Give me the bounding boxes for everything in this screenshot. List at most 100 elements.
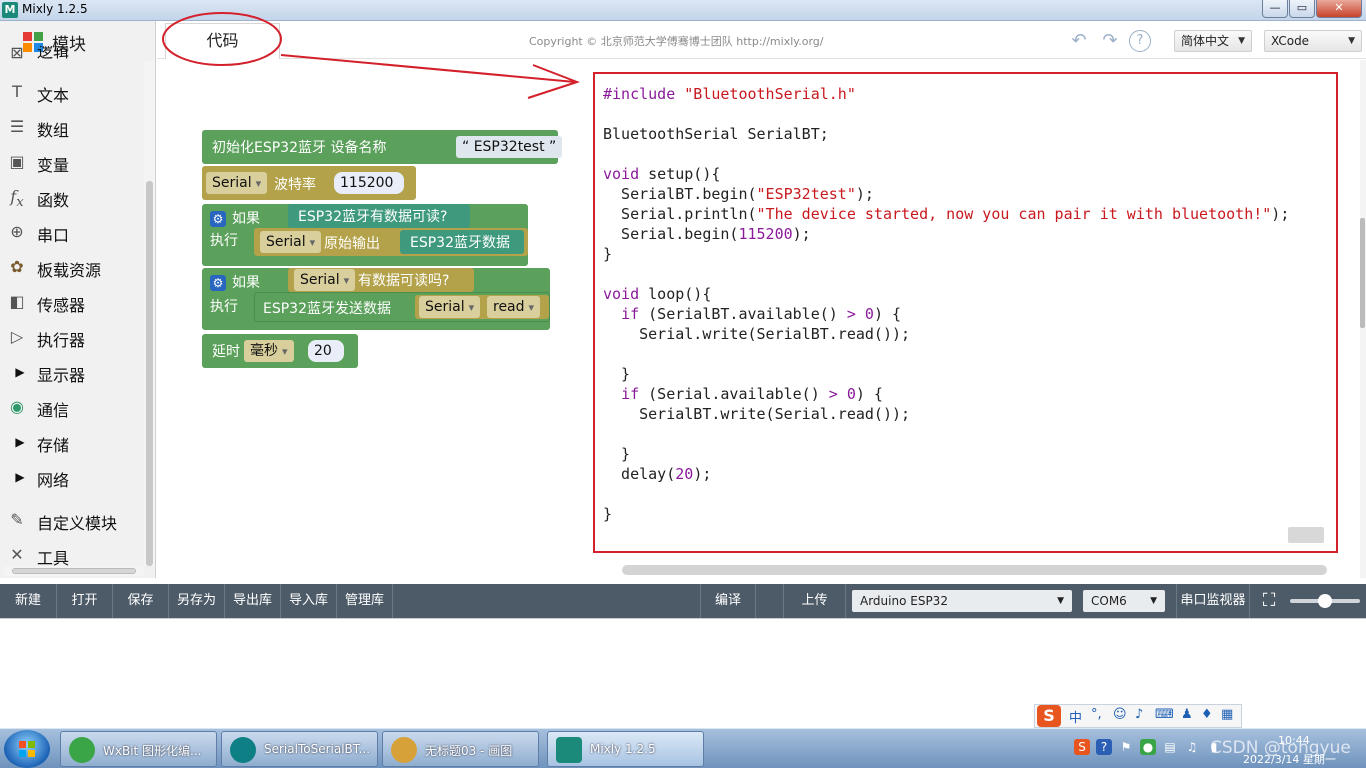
emoji-icon[interactable]: ☺ bbox=[1113, 707, 1127, 722]
code-horizontal-scrollbar[interactable] bbox=[622, 565, 1327, 575]
block-init-bluetooth[interactable]: 初始化ESP32蓝牙 设备名称 “ ESP32test ” bbox=[202, 130, 563, 164]
condition-serial-available[interactable]: Serial 有数据可读吗? bbox=[288, 268, 474, 292]
sidebar-item-display[interactable]: ▶ 显示器 bbox=[0, 357, 144, 387]
fullscreen-icon[interactable]: ⛶ bbox=[1258, 590, 1280, 612]
sidebar-item-sensor[interactable]: ◧ 传感器 bbox=[0, 287, 144, 317]
help-tray-icon[interactable]: ? bbox=[1096, 739, 1112, 755]
serial-dropdown[interactable]: Serial bbox=[260, 231, 322, 253]
sidebar-item-board[interactable]: ✿ 板载资源 bbox=[0, 252, 144, 282]
code-line[interactable] bbox=[603, 424, 1289, 444]
sidebar-hscroll-thumb[interactable] bbox=[12, 568, 136, 574]
minimize-button[interactable]: — bbox=[1262, 0, 1288, 18]
block-if-bt-available[interactable]: ⚙如果 ESP32蓝牙有数据可读? 执行 Serial 原始输出 ESP32蓝牙… bbox=[202, 204, 528, 266]
flag-tray-icon[interactable]: ⚑ bbox=[1118, 739, 1134, 755]
volume-tray-icon[interactable]: ♫ bbox=[1184, 739, 1200, 755]
value-serial-read[interactable]: Serial read bbox=[415, 295, 549, 319]
taskbar-item-wxbit[interactable]: WxBit 图形化编... bbox=[60, 731, 217, 767]
serial-dropdown[interactable]: Serial bbox=[206, 172, 268, 194]
code-line[interactable]: Serial.println("The device started, now … bbox=[603, 204, 1289, 224]
skin-icon[interactable]: ♦ bbox=[1201, 707, 1213, 722]
redo-icon[interactable]: ↷ bbox=[1100, 31, 1120, 51]
code-line[interactable] bbox=[603, 484, 1289, 504]
gear-icon[interactable]: ⚙ bbox=[210, 275, 226, 291]
code-line[interactable]: delay(20); bbox=[603, 464, 1289, 484]
block-delay[interactable]: 延时 毫秒 20 bbox=[202, 334, 358, 368]
taskbar-item-arduino[interactable]: SerialToSerialBT... bbox=[221, 731, 378, 767]
serial-dropdown[interactable]: Serial bbox=[419, 296, 481, 318]
code-editor[interactable]: #include "BluetoothSerial.h" BluetoothSe… bbox=[603, 84, 1289, 524]
sidebar-item-network[interactable]: ▶ 网络 bbox=[0, 462, 144, 492]
undo-icon[interactable]: ↶ bbox=[1069, 31, 1089, 51]
new-button[interactable]: 新建 bbox=[0, 584, 57, 618]
compile-button[interactable]: 编译 bbox=[700, 584, 756, 618]
code-line[interactable]: } bbox=[603, 504, 1289, 524]
sidebar-item-logic[interactable]: ⊠ 逻辑 bbox=[0, 46, 144, 64]
sogou-tray-icon[interactable]: S bbox=[1074, 739, 1090, 755]
condition-bt-available[interactable]: ESP32蓝牙有数据可读? bbox=[288, 204, 470, 228]
block-serial-write[interactable]: Serial 原始输出 ESP32蓝牙数据 bbox=[254, 228, 528, 256]
language-select[interactable]: 简体中文 ▼ bbox=[1174, 30, 1252, 52]
code-line[interactable]: void loop(){ bbox=[603, 284, 1289, 304]
network-tray-icon[interactable]: ▤ bbox=[1162, 739, 1178, 755]
save-as-button[interactable]: 另存为 bbox=[169, 584, 225, 618]
sidebar-item-variable[interactable]: ▣ 变量 bbox=[0, 147, 144, 177]
code-line[interactable]: if (SerialBT.available() > 0) { bbox=[603, 304, 1289, 324]
tab-code[interactable]: 代码 bbox=[165, 23, 280, 59]
code-line[interactable]: SerialBT.begin("ESP32test"); bbox=[603, 184, 1289, 204]
help-icon[interactable]: ? bbox=[1129, 30, 1151, 52]
theme-select[interactable]: XCode ▼ bbox=[1264, 30, 1362, 52]
manage-lib-button[interactable]: 管理库 bbox=[337, 584, 393, 618]
blocks-workspace[interactable]: 初始化ESP32蓝牙 设备名称 “ ESP32test ” Serial 波特率… bbox=[157, 60, 591, 578]
ime-mode[interactable]: 中 bbox=[1069, 707, 1082, 726]
taskbar-item-paint[interactable]: 无标题03 - 画图 bbox=[382, 731, 539, 767]
keyboard-icon[interactable]: ⌨ bbox=[1155, 707, 1174, 722]
baud-rate-field[interactable]: 115200 bbox=[334, 172, 404, 194]
user-icon[interactable]: ♟ bbox=[1181, 707, 1193, 722]
code-line[interactable]: Serial.write(SerialBT.read()); bbox=[603, 324, 1289, 344]
code-line[interactable]: } bbox=[603, 444, 1289, 464]
code-line[interactable]: Serial.begin(115200); bbox=[603, 224, 1289, 244]
taskbar-item-mixly[interactable]: Mixly 1.2.5 bbox=[547, 731, 704, 767]
sidebar-vertical-scrollbar[interactable] bbox=[144, 61, 155, 566]
serial-monitor-button[interactable]: 串口监视器 bbox=[1176, 584, 1250, 618]
sidebar-item-actuator[interactable]: ▷ 执行器 bbox=[0, 322, 144, 352]
code-line[interactable]: #include "BluetoothSerial.h" bbox=[603, 84, 1289, 104]
ime-punct[interactable]: °, bbox=[1091, 707, 1102, 722]
sidebar-item-array[interactable]: ☰ 数组 bbox=[0, 112, 144, 142]
code-line[interactable] bbox=[603, 344, 1289, 364]
start-button[interactable] bbox=[4, 730, 50, 768]
code-line[interactable] bbox=[603, 264, 1289, 284]
block-if-serial-available[interactable]: ⚙如果 Serial 有数据可读吗? 执行 ESP32蓝牙发送数据 Serial… bbox=[202, 268, 550, 330]
export-lib-button[interactable]: 导出库 bbox=[225, 584, 281, 618]
sidebar-item-serial[interactable]: ⊕ 串口 bbox=[0, 217, 144, 247]
zoom-slider[interactable] bbox=[1290, 594, 1360, 608]
read-dropdown[interactable]: read bbox=[487, 296, 541, 318]
grid-icon[interactable]: ▦ bbox=[1221, 707, 1233, 722]
zoom-slider-knob[interactable] bbox=[1318, 594, 1332, 608]
code-vertical-scrollbar[interactable] bbox=[1360, 60, 1366, 578]
block-bt-send[interactable]: ESP32蓝牙发送数据 Serial read bbox=[254, 292, 550, 322]
board-select[interactable]: Arduino ESP32 ▼ bbox=[852, 590, 1072, 612]
save-button[interactable]: 保存 bbox=[113, 584, 169, 618]
upload-button[interactable]: 上传 bbox=[784, 584, 846, 618]
open-button[interactable]: 打开 bbox=[57, 584, 113, 618]
code-line[interactable]: } bbox=[603, 244, 1289, 264]
sidebar-horizontal-scrollbar[interactable] bbox=[4, 566, 144, 576]
sidebar-item-communication[interactable]: ◉ 通信 bbox=[0, 392, 144, 422]
code-line[interactable]: void setup(){ bbox=[603, 164, 1289, 184]
sidebar-scroll-thumb[interactable] bbox=[146, 181, 153, 566]
code-line[interactable] bbox=[603, 104, 1289, 124]
code-scroll-thumb[interactable] bbox=[1360, 218, 1365, 328]
code-line[interactable]: if (Serial.available() > 0) { bbox=[603, 384, 1289, 404]
sidebar-item-custom[interactable]: ✎ 自定义模块 bbox=[0, 505, 144, 535]
maximize-button[interactable]: ▭ bbox=[1289, 0, 1315, 18]
mic-icon[interactable]: ♪ bbox=[1135, 707, 1143, 722]
code-line[interactable]: BluetoothSerial SerialBT; bbox=[603, 124, 1289, 144]
sidebar-item-storage[interactable]: ▶ 存储 bbox=[0, 427, 144, 457]
code-line[interactable]: SerialBT.write(Serial.read()); bbox=[603, 404, 1289, 424]
delay-value-field[interactable]: 20 bbox=[308, 340, 344, 362]
device-name-field[interactable]: “ ESP32test ” bbox=[456, 136, 563, 158]
sidebar-item-function[interactable]: fx 函数 bbox=[0, 182, 144, 212]
close-button[interactable]: ✕ bbox=[1316, 0, 1362, 18]
app-tray-icon[interactable]: ● bbox=[1140, 739, 1156, 755]
